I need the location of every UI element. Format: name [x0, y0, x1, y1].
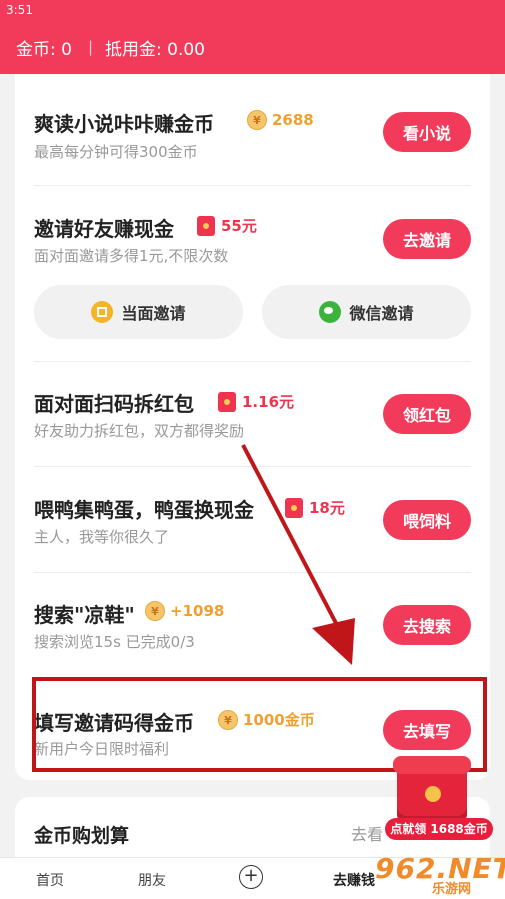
claim-red-packet-button[interactable]: 领红包	[383, 394, 471, 434]
floating-reward-label: 点就领 1688金币	[385, 818, 493, 840]
task-reward-value: 18元	[309, 499, 345, 517]
task-subtitle: 好友助力拆红包，双方都得奖励	[34, 422, 245, 440]
task-title: 喂鸭集鸭蛋，鸭蛋换现金	[34, 498, 254, 522]
task-reward-value: 55元	[221, 217, 257, 235]
section-title: 金币购划算	[34, 825, 130, 847]
wechat-invite-label: 微信邀请	[349, 304, 414, 323]
gift-box-icon	[393, 756, 471, 824]
face-to-face-invite-label: 当面邀请	[121, 304, 186, 323]
task-subtitle: 面对面邀请多得1元,不限次数	[34, 247, 229, 265]
coin-icon: ¥	[145, 601, 165, 621]
task-reward: ¥ +1098	[145, 601, 224, 621]
watermark-logo: 962.NET 乐游网	[360, 850, 505, 898]
wechat-invite-button[interactable]: 微信邀请	[262, 285, 471, 339]
divider	[34, 466, 471, 467]
voucher-balance: 抵用金: 0.00	[105, 39, 205, 60]
status-bar: 3:51	[0, 0, 505, 20]
tab-friends[interactable]: 朋友	[138, 870, 166, 890]
search-button[interactable]: 去搜索	[383, 605, 471, 645]
wechat-icon	[319, 301, 342, 323]
task-title: 爽读小说咔咔赚金币	[34, 112, 214, 136]
task-reward-value: 2688	[272, 111, 314, 129]
header-separator: |	[87, 38, 94, 56]
task-subtitle: 主人，我等你很久了	[34, 528, 170, 546]
coin-icon: ¥	[247, 110, 267, 130]
face-to-face-invite-button[interactable]: 当面邀请	[34, 285, 243, 339]
floating-reward-widget[interactable]: 点就领 1688金币	[385, 752, 493, 840]
task-reward: 1.16元	[218, 391, 294, 412]
task-reward-value: +1098	[170, 602, 225, 620]
red-packet-icon	[197, 215, 215, 236]
task-reward: 55元	[197, 215, 257, 236]
invite-button[interactable]: 去邀请	[383, 219, 471, 259]
task-reward: 18元	[285, 497, 345, 518]
task-subtitle: 最高每分钟可得300金币	[34, 143, 198, 161]
read-novel-button[interactable]: 看小说	[383, 112, 471, 152]
divider	[34, 572, 471, 573]
section-more-link[interactable]: 去看	[351, 821, 383, 845]
qr-code-icon	[91, 301, 114, 323]
task-reward-value: 1.16元	[242, 393, 295, 411]
task-title: 邀请好友赚现金	[34, 217, 174, 241]
divider	[34, 361, 471, 362]
task-title: 搜索"凉鞋"	[34, 603, 135, 627]
task-subtitle: 搜索浏览15s 已完成0/3	[34, 633, 195, 651]
task-reward: ¥ 2688	[247, 110, 314, 130]
divider	[34, 185, 471, 186]
red-packet-icon	[285, 497, 303, 518]
red-packet-icon	[218, 391, 236, 412]
watermark-subtext: 乐游网	[432, 882, 472, 897]
task-list-card: 爽读小说咔咔赚金币 ¥ 2688 最高每分钟可得300金币 看小说 邀请好友赚现…	[15, 74, 490, 780]
task-title: 面对面扫码拆红包	[34, 392, 194, 416]
feed-duck-button[interactable]: 喂饲料	[383, 500, 471, 540]
tab-home[interactable]: 首页	[36, 870, 64, 890]
status-time: 3:51	[6, 3, 33, 17]
plus-icon[interactable]: +	[239, 865, 263, 889]
coin-balance: 金币: 0	[16, 39, 72, 60]
app-header: 金币: 0 | 抵用金: 0.00	[0, 20, 505, 74]
